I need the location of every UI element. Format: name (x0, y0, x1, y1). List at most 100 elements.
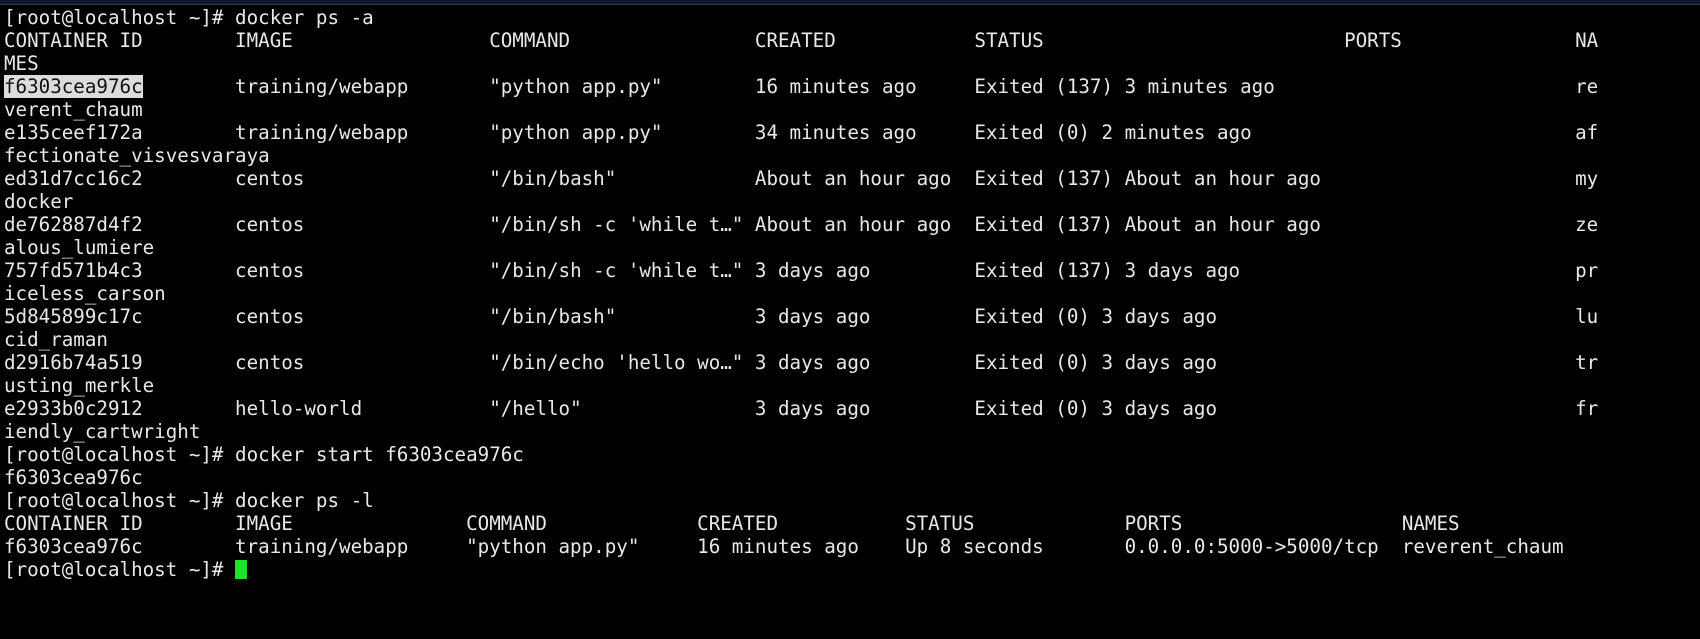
cell-names-part2: usting_merkle (4, 374, 155, 397)
cell-container-id: 757fd571b4c3 (4, 259, 236, 282)
cell-ports (1344, 167, 1575, 190)
ps-all-row-wrap: usting_merkle (4, 374, 1700, 397)
cell-command: "python app.py" (489, 75, 755, 98)
cell-ports (1344, 397, 1575, 420)
cell-names-part2: cid_raman (4, 328, 108, 351)
ps-all-header-wrap-line: MES (4, 52, 1700, 75)
cell-names-part2: docker (4, 190, 74, 213)
cell-ports (1344, 259, 1575, 282)
cell-command: "/bin/sh -c 'while t…" (489, 213, 755, 236)
cell-created: 34 minutes ago (754, 121, 975, 144)
cell-container-id: e2933b0c2912 (4, 397, 236, 420)
command-text-start: docker start f6303cea976c (235, 443, 524, 466)
cell-status: Up 8 seconds (905, 535, 1125, 558)
cell-image: hello-world (235, 397, 490, 420)
cell-command: "/bin/sh -c 'while t…" (489, 259, 755, 282)
start-output-line: f6303cea976c (4, 466, 1700, 489)
cell-names-part1: re (1575, 75, 1599, 98)
ps-all-row: e135ceef172a training/webapp "python app… (4, 121, 1700, 144)
cell-container-id: d2916b74a519 (4, 351, 236, 374)
cell-names-part1: af (1575, 121, 1599, 144)
command-line-ps-all: [root@localhost ~]# docker ps -a (4, 6, 1700, 29)
cell-ports (1344, 305, 1575, 328)
cell-container-id: f6303cea976c (4, 535, 236, 558)
window-title-bar (0, 0, 1700, 5)
cell-status: Exited (137) About an hour ago (974, 167, 1345, 190)
cell-ports: 0.0.0.0:5000->5000/tcp (1124, 535, 1402, 558)
ps-all-row: 5d845899c17c centos "/bin/bash" 3 days a… (4, 305, 1700, 328)
ps-all-row-wrap: docker (4, 190, 1700, 213)
cell-image: centos (235, 259, 490, 282)
header-image: IMAGE (235, 29, 490, 52)
header-names: NAMES (1401, 512, 1460, 535)
shell-prompt: [root@localhost ~]# (4, 6, 236, 29)
cell-command: "/bin/echo 'hello wo…" (489, 351, 755, 374)
cell-created: About an hour ago (754, 167, 975, 190)
cell-ports (1344, 75, 1575, 98)
ps-all-row-wrap: alous_lumiere (4, 236, 1700, 259)
command-line-start: [root@localhost ~]# docker start f6303ce… (4, 443, 1700, 466)
cell-container-id: ed31d7cc16c2 (4, 167, 236, 190)
shell-prompt: [root@localhost ~]# (4, 558, 236, 581)
ps-all-row: ed31d7cc16c2 centos "/bin/bash" About an… (4, 167, 1700, 190)
header-command: COMMAND (466, 512, 698, 535)
final-prompt-line[interactable]: [root@localhost ~]# (4, 558, 1700, 581)
selected-container-id[interactable]: f6303cea976c (4, 75, 143, 98)
header-ports: PORTS (1124, 512, 1402, 535)
ps-all-rows-container: f6303cea976c training/webapp "python app… (4, 75, 1700, 443)
cell-ports (1344, 351, 1575, 374)
cell-image: centos (235, 167, 490, 190)
ps-all-row-wrap: fectionate_visvesvaraya (4, 144, 1700, 167)
cell-names-part1: lu (1575, 305, 1599, 328)
cell-created: 16 minutes ago (697, 535, 906, 558)
ps-all-row-wrap: iendly_cartwright (4, 420, 1700, 443)
cell-ports (1344, 121, 1575, 144)
cell-command: "/bin/bash" (489, 167, 755, 190)
header-created: CREATED (697, 512, 906, 535)
cell-names-part2: iendly_cartwright (4, 420, 201, 443)
ps-all-row: de762887d4f2 centos "/bin/sh -c 'while t… (4, 213, 1700, 236)
ps-all-row-wrap: cid_raman (4, 328, 1700, 351)
header-ports: PORTS (1344, 29, 1576, 52)
cell-names-part1: tr (1575, 351, 1599, 374)
cell-image: training/webapp (235, 535, 467, 558)
ps-latest-row: f6303cea976c training/webapp "python app… (4, 535, 1700, 558)
cell-status: Exited (137) About an hour ago (974, 213, 1345, 236)
cell-created: 3 days ago (754, 351, 975, 374)
header-names-part2: MES (4, 52, 39, 75)
cell-status: Exited (0) 3 days ago (974, 397, 1345, 420)
shell-prompt: [root@localhost ~]# (4, 443, 236, 466)
header-command: COMMAND (489, 29, 755, 52)
header-created: CREATED (754, 29, 975, 52)
cell-created: 3 days ago (754, 397, 975, 420)
cell-command: "python app.py" (489, 121, 755, 144)
terminal-screen[interactable]: [root@localhost ~]# docker ps -a CONTAIN… (0, 6, 1700, 639)
cell-created: About an hour ago (754, 213, 975, 236)
cell-names-part1: my (1575, 167, 1599, 190)
cell-container-id: e135ceef172a (4, 121, 236, 144)
ps-all-row: d2916b74a519 centos "/bin/echo 'hello wo… (4, 351, 1700, 374)
cell-image: centos (235, 305, 490, 328)
ps-all-row: f6303cea976c training/webapp "python app… (4, 75, 1700, 98)
command-text-ps-all: docker ps -a (235, 6, 374, 29)
shell-prompt: [root@localhost ~]# (4, 489, 236, 512)
cell-status: Exited (137) 3 minutes ago (974, 75, 1345, 98)
cell-image: centos (235, 213, 490, 236)
cell-names-part2: verent_chaum (4, 98, 143, 121)
command-line-ps-latest: [root@localhost ~]# docker ps -l (4, 489, 1700, 512)
ps-all-header-line: CONTAINER ID IMAGE COMMAND CREATED STATU… (4, 29, 1700, 52)
cell-container-id: f6303cea976c (4, 75, 235, 98)
cell-names-part2: alous_lumiere (4, 236, 155, 259)
start-output-id: f6303cea976c (4, 466, 143, 489)
ps-all-row: e2933b0c2912 hello-world "/hello" 3 days… (4, 397, 1700, 420)
header-names-part1: NA (1575, 29, 1599, 52)
cell-names-part1: fr (1575, 397, 1599, 420)
cell-names-part2: iceless_carson (4, 282, 166, 305)
ps-all-row-wrap: verent_chaum (4, 98, 1700, 121)
cell-status: Exited (137) 3 days ago (974, 259, 1345, 282)
cell-names-part1: pr (1575, 259, 1599, 282)
header-container-id: CONTAINER ID (4, 512, 236, 535)
cell-container-id: 5d845899c17c (4, 305, 236, 328)
cell-names-part1: ze (1575, 213, 1599, 236)
cell-command: "python app.py" (466, 535, 698, 558)
